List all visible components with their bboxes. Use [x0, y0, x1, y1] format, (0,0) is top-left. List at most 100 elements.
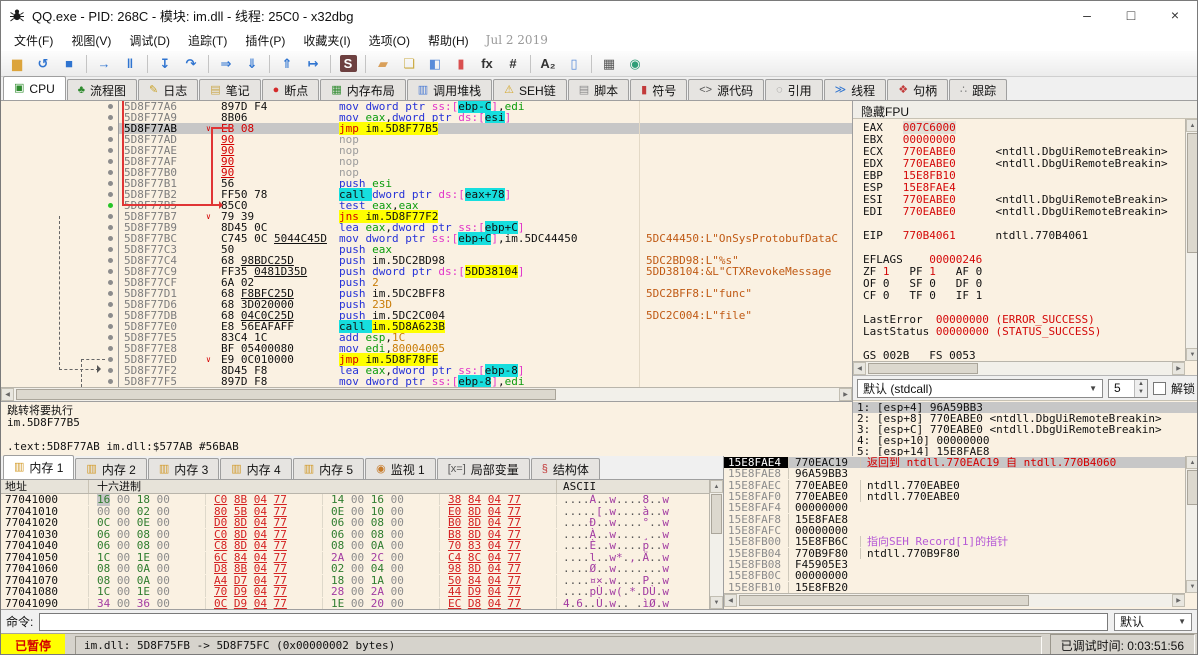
- stack-row[interactable]: 15E8FB00 15E8FB6C 指向SEH_Record[1]的指针: [724, 536, 1185, 548]
- breakpoint-bullet[interactable]: [105, 299, 119, 310]
- functions-icon[interactable]: fx: [475, 53, 499, 75]
- breakpoint-bullet[interactable]: [105, 101, 119, 112]
- comments-icon[interactable]: ❏: [397, 53, 421, 75]
- tab-cpu[interactable]: ▣ CPU: [3, 76, 66, 100]
- breakpoint-bullet[interactable]: [105, 123, 119, 134]
- menu-item[interactable]: 选项(O): [360, 30, 419, 51]
- pause-icon[interactable]: ‖: [118, 53, 142, 75]
- tab-source[interactable]: <> 源代码: [688, 79, 765, 100]
- stack-row[interactable]: 15E8FAF0 770EABE0 ntdll.770EABE0: [724, 491, 1185, 503]
- dump-row[interactable]: 77041090 34 00 36 00 0C D9 04 77 1E 00 20 0…: [1, 597, 709, 610]
- register-line[interactable]: GS 002B FS 0053: [863, 350, 1185, 362]
- scroll-thumb[interactable]: [739, 595, 1029, 606]
- tab-call-stack[interactable]: ▥ 调用堆栈: [406, 79, 493, 100]
- register-line[interactable]: CF 0 TF 0 IF 1: [863, 290, 1185, 302]
- run-icon[interactable]: →: [92, 53, 116, 75]
- breakpoint-bullet[interactable]: [105, 244, 119, 255]
- stack-row[interactable]: 15E8FAE8 96A59BB3: [724, 468, 1185, 480]
- disasm-row[interactable]: 5D8F77F5 897D F8 mov dword ptr ss:[ebp-8],…: [1, 375, 852, 387]
- tab-threads[interactable]: ≫ 线程: [823, 79, 887, 100]
- tab-handles[interactable]: ❖ 句柄: [887, 79, 949, 100]
- step-over-icon[interactable]: ↷: [179, 53, 203, 75]
- dump-vscrollbar[interactable]: ▲ ▼: [709, 480, 723, 609]
- tab-seh-chain[interactable]: ⚠ SEH链: [493, 79, 567, 100]
- arg-count-stepper[interactable]: 5 ▲ ▼: [1107, 378, 1148, 398]
- disasm-hscrollbar[interactable]: ◀ ▶: [1, 387, 852, 401]
- scroll-left-icon[interactable]: ◀: [853, 362, 866, 375]
- breakpoint-bullet[interactable]: [105, 134, 119, 145]
- menu-item[interactable]: 追踪(T): [179, 30, 236, 51]
- breakpoint-bullet[interactable]: [105, 365, 119, 376]
- breakpoint-bullet[interactable]: [105, 189, 119, 200]
- breakpoint-bullet[interactable]: [105, 145, 119, 156]
- register-line[interactable]: EDI 770EABE0 <ntdll.DbgUiRemoteBreakin>: [863, 206, 1185, 218]
- breakpoint-bullet[interactable]: [105, 222, 119, 233]
- scroll-thumb[interactable]: [1187, 133, 1197, 253]
- breakpoint-bullet[interactable]: [105, 156, 119, 167]
- stack-row[interactable]: 15E8FB10 15E8FB20: [724, 581, 1185, 593]
- restart-icon[interactable]: ↺: [31, 53, 55, 75]
- patches-icon[interactable]: ▰: [371, 53, 395, 75]
- stack-row[interactable]: 15E8FB08 F45905E3: [724, 559, 1185, 571]
- calculator-icon[interactable]: ▦: [597, 53, 621, 75]
- breakpoint-bullet[interactable]: [105, 200, 119, 211]
- open-file-icon[interactable]: ▆: [5, 53, 29, 75]
- breakpoint-bullet[interactable]: [105, 167, 119, 178]
- breakpoint-bullet[interactable]: [105, 288, 119, 299]
- scroll-right-icon[interactable]: ▶: [1172, 594, 1185, 607]
- step-out-icon[interactable]: ⇓: [240, 53, 264, 75]
- arg-row[interactable]: 5: [esp+14] 15E8FAE8: [853, 446, 1197, 456]
- modules-icon[interactable]: ▯: [562, 53, 586, 75]
- scroll-right-icon[interactable]: ▶: [839, 388, 852, 401]
- stack-row[interactable]: 15E8FAF4 00000000: [724, 502, 1185, 514]
- run-to-user-code-icon[interactable]: ↦: [301, 53, 325, 75]
- tab-memory-5[interactable]: ▥ 内存 5: [292, 458, 365, 479]
- tab-memory-3[interactable]: ▥ 内存 3: [147, 458, 220, 479]
- breakpoint-bullet[interactable]: [105, 376, 119, 387]
- tab-locals[interactable]: [x=] 局部变量: [436, 458, 530, 479]
- stack-row[interactable]: 15E8FAEC 770EABE0 ntdll.770EABE0: [724, 479, 1185, 491]
- stack-vscrollbar[interactable]: ▲ ▼: [1185, 456, 1197, 593]
- scroll-thumb[interactable]: [711, 494, 722, 534]
- breakpoint-bullet[interactable]: [105, 332, 119, 343]
- breakpoint-bullet[interactable]: [105, 211, 119, 222]
- menu-item[interactable]: 调试(D): [120, 30, 179, 51]
- scroll-down-icon[interactable]: ▼: [1186, 580, 1197, 593]
- stack-row[interactable]: 15E8FB04 770B9F80 ntdll.770B9F80: [724, 547, 1185, 559]
- hide-fpu-button[interactable]: 隐藏FPU: [853, 101, 1197, 119]
- scroll-up-icon[interactable]: ▲: [1186, 456, 1197, 469]
- stop-icon[interactable]: ■: [57, 53, 81, 75]
- tab-struct[interactable]: § 结构体: [530, 458, 600, 479]
- tab-watch[interactable]: ◉ 监视 1: [365, 458, 436, 479]
- breakpoint-bullet[interactable]: [105, 343, 119, 354]
- breakpoint-bullet[interactable]: [105, 266, 119, 277]
- hash-window-icon[interactable]: #: [501, 53, 525, 75]
- breakpoint-bullet[interactable]: [105, 255, 119, 266]
- labels-icon[interactable]: ◧: [423, 53, 447, 75]
- menu-item[interactable]: 文件(F): [5, 30, 62, 51]
- breakpoint-bullet[interactable]: [105, 321, 119, 332]
- bookmarks-icon[interactable]: ▮: [449, 53, 473, 75]
- breakpoint-bullet[interactable]: [105, 233, 119, 244]
- breakpoint-bullet[interactable]: [105, 310, 119, 321]
- command-input[interactable]: [39, 612, 1108, 631]
- breakpoint-bullet[interactable]: [105, 178, 119, 189]
- tab-memory-map[interactable]: ▦ 内存布局: [320, 79, 406, 100]
- breakpoint-bullet[interactable]: [105, 277, 119, 288]
- execute-till-return-icon[interactable]: ⇒: [214, 53, 238, 75]
- scroll-thumb[interactable]: [868, 363, 978, 374]
- stack-hscrollbar[interactable]: ◀ ▶: [724, 593, 1185, 607]
- tab-log[interactable]: ✎ 日志: [137, 79, 199, 100]
- tab-trace[interactable]: ∴ 跟踪: [949, 79, 1008, 100]
- tab-references[interactable]: ◌ 引用: [765, 79, 823, 100]
- string-references-icon[interactable]: A₂: [536, 53, 560, 75]
- scroll-up-icon[interactable]: ▲: [710, 480, 723, 493]
- calling-convention-select[interactable]: 默认 (stdcall) ▼: [857, 378, 1103, 398]
- tab-memory-1[interactable]: ▥ 内存 1: [3, 455, 75, 479]
- stack-row[interactable]: 15E8FAE4 770EAC19 返回到 ntdll.770EAC19 自 ntd…: [724, 457, 1185, 469]
- memory-globe-icon[interactable]: ◉: [623, 53, 647, 75]
- scroll-left-icon[interactable]: ◀: [1, 388, 14, 401]
- scroll-right-icon[interactable]: ▶: [1172, 362, 1185, 375]
- stepper-arrows-icon[interactable]: ▲ ▼: [1133, 379, 1147, 397]
- tab-graph[interactable]: ♣ 流程图: [66, 79, 137, 100]
